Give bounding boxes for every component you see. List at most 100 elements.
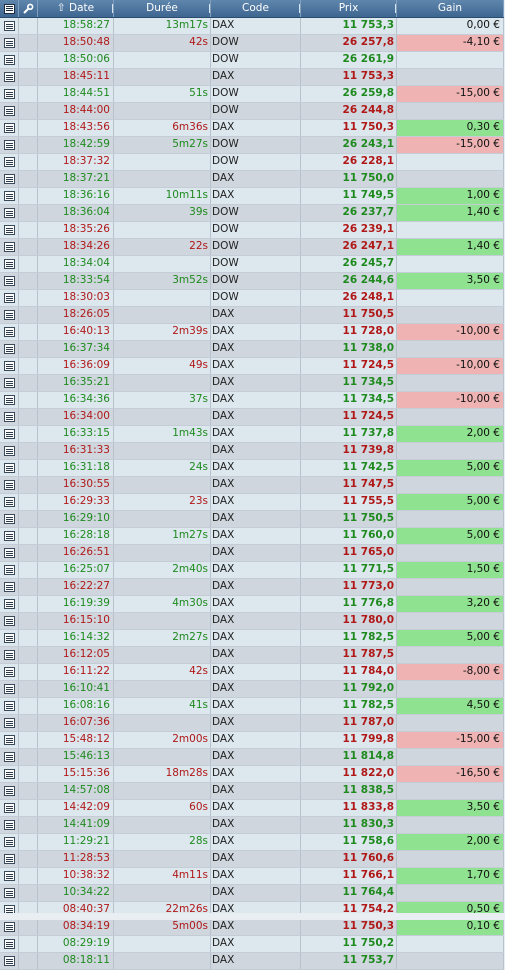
table-row[interactable]: 16:07:36 DAX 11 787,0 [0,715,504,732]
row-detail-cell[interactable] [0,86,19,102]
row-detail-cell[interactable] [0,868,19,884]
table-row[interactable]: 18:58:27 13m17s DAX 11 753,3 0,00 € [0,18,504,35]
document-icon[interactable] [3,327,15,337]
column-header-date[interactable]: ⇧ Date [38,0,114,17]
document-icon[interactable] [3,752,15,762]
table-row[interactable]: 16:29:10 DAX 11 750,5 [0,511,504,528]
row-detail-cell[interactable] [0,766,19,782]
table-row[interactable]: 16:36:09 49s DAX 11 724,5 -10,00 € [0,358,504,375]
row-detail-cell[interactable] [0,885,19,901]
table-row[interactable]: 16:28:18 1m27s DAX 11 760,0 5,00 € [0,528,504,545]
table-row[interactable]: 18:50:06 DOW 26 261,9 [0,52,504,69]
document-icon[interactable] [3,956,15,966]
row-detail-cell[interactable] [0,715,19,731]
column-header-prix[interactable]: Prix [301,0,397,17]
row-detail-cell[interactable] [0,239,19,255]
row-detail-cell[interactable] [0,698,19,714]
document-icon[interactable] [3,650,15,660]
table-row[interactable]: 10:34:22 DAX 11 764,4 [0,885,504,902]
table-row[interactable]: 08:34:19 5m00s DAX 11 750,3 0,10 € [0,919,504,936]
row-detail-cell[interactable] [0,783,19,799]
row-detail-cell[interactable] [0,154,19,170]
row-detail-cell[interactable] [0,103,19,119]
header-settings-cell[interactable] [19,0,38,17]
document-icon[interactable] [3,718,15,728]
table-row[interactable]: 16:29:33 23s DAX 11 755,5 5,00 € [0,494,504,511]
document-icon[interactable] [3,582,15,592]
document-icon[interactable] [3,735,15,745]
table-row[interactable]: 11:28:53 DAX 11 760,6 [0,851,504,868]
row-detail-cell[interactable] [0,426,19,442]
document-icon[interactable] [3,191,15,201]
table-row[interactable]: 15:15:36 18m28s DAX 11 822,0 -16,50 € [0,766,504,783]
document-icon[interactable] [3,123,15,133]
document-icon[interactable] [3,939,15,949]
row-detail-cell[interactable] [0,409,19,425]
row-detail-cell[interactable] [0,69,19,85]
document-icon[interactable] [3,701,15,711]
table-row[interactable]: 16:31:33 DAX 11 739,8 [0,443,504,460]
row-detail-cell[interactable] [0,171,19,187]
document-icon[interactable] [3,854,15,864]
row-detail-cell[interactable] [0,919,19,935]
table-row[interactable]: 16:10:41 DAX 11 792,0 [0,681,504,698]
document-icon[interactable] [3,548,15,558]
table-row[interactable]: 14:57:08 DAX 11 838,5 [0,783,504,800]
row-detail-cell[interactable] [0,681,19,697]
document-icon[interactable] [3,514,15,524]
document-icon[interactable] [3,106,15,116]
row-detail-cell[interactable] [0,52,19,68]
document-icon[interactable] [3,157,15,167]
document-icon[interactable] [3,55,15,65]
table-row[interactable]: 14:41:09 DAX 11 830,3 [0,817,504,834]
row-detail-cell[interactable] [0,205,19,221]
table-row[interactable]: 16:35:21 DAX 11 734,5 [0,375,504,392]
row-detail-cell[interactable] [0,545,19,561]
document-icon[interactable] [3,208,15,218]
table-row[interactable]: 16:26:51 DAX 11 765,0 [0,545,504,562]
document-icon[interactable] [3,769,15,779]
row-detail-cell[interactable] [0,817,19,833]
row-detail-cell[interactable] [0,324,19,340]
table-row[interactable]: 16:11:22 42s DAX 11 784,0 -8,00 € [0,664,504,681]
table-row[interactable]: 18:35:26 DOW 26 239,1 [0,222,504,239]
row-detail-cell[interactable] [0,647,19,663]
table-row[interactable]: 18:50:48 42s DOW 26 257,8 -4,10 € [0,35,504,52]
document-icon[interactable] [3,412,15,422]
column-header-code[interactable]: Code [211,0,301,17]
document-icon[interactable] [3,395,15,405]
document-icon[interactable] [3,140,15,150]
document-icon[interactable] [3,310,15,320]
row-detail-cell[interactable] [0,749,19,765]
row-detail-cell[interactable] [0,35,19,51]
table-row[interactable]: 16:14:32 2m27s DAX 11 782,5 5,00 € [0,630,504,647]
row-detail-cell[interactable] [0,953,19,969]
row-detail-cell[interactable] [0,477,19,493]
table-row[interactable]: 08:29:19 DAX 11 750,2 [0,936,504,953]
table-row[interactable]: 16:15:10 DAX 11 780,0 [0,613,504,630]
table-row[interactable]: 18:34:26 22s DOW 26 247,1 1,40 € [0,239,504,256]
table-row[interactable]: 16:25:07 2m40s DAX 11 771,5 1,50 € [0,562,504,579]
document-icon[interactable] [3,293,15,303]
document-icon[interactable] [3,225,15,235]
row-detail-cell[interactable] [0,358,19,374]
document-icon[interactable] [3,565,15,575]
document-icon[interactable] [3,361,15,371]
table-row[interactable]: 16:34:00 DAX 11 724,5 [0,409,504,426]
row-detail-cell[interactable] [0,851,19,867]
row-detail-cell[interactable] [0,222,19,238]
document-icon[interactable] [3,888,15,898]
row-detail-cell[interactable] [0,392,19,408]
table-row[interactable]: 18:30:03 DOW 26 248,1 [0,290,504,307]
table-row[interactable]: 18:37:32 DOW 26 228,1 [0,154,504,171]
row-detail-cell[interactable] [0,528,19,544]
table-row[interactable]: 18:34:04 DOW 26 245,7 [0,256,504,273]
row-detail-cell[interactable] [0,443,19,459]
table-row[interactable]: 18:44:51 51s DOW 26 259,8 -15,00 € [0,86,504,103]
document-icon[interactable] [3,497,15,507]
document-icon[interactable] [3,21,15,31]
table-row[interactable]: 16:12:05 DAX 11 787,5 [0,647,504,664]
row-detail-cell[interactable] [0,630,19,646]
document-icon[interactable] [3,89,15,99]
row-detail-cell[interactable] [0,290,19,306]
